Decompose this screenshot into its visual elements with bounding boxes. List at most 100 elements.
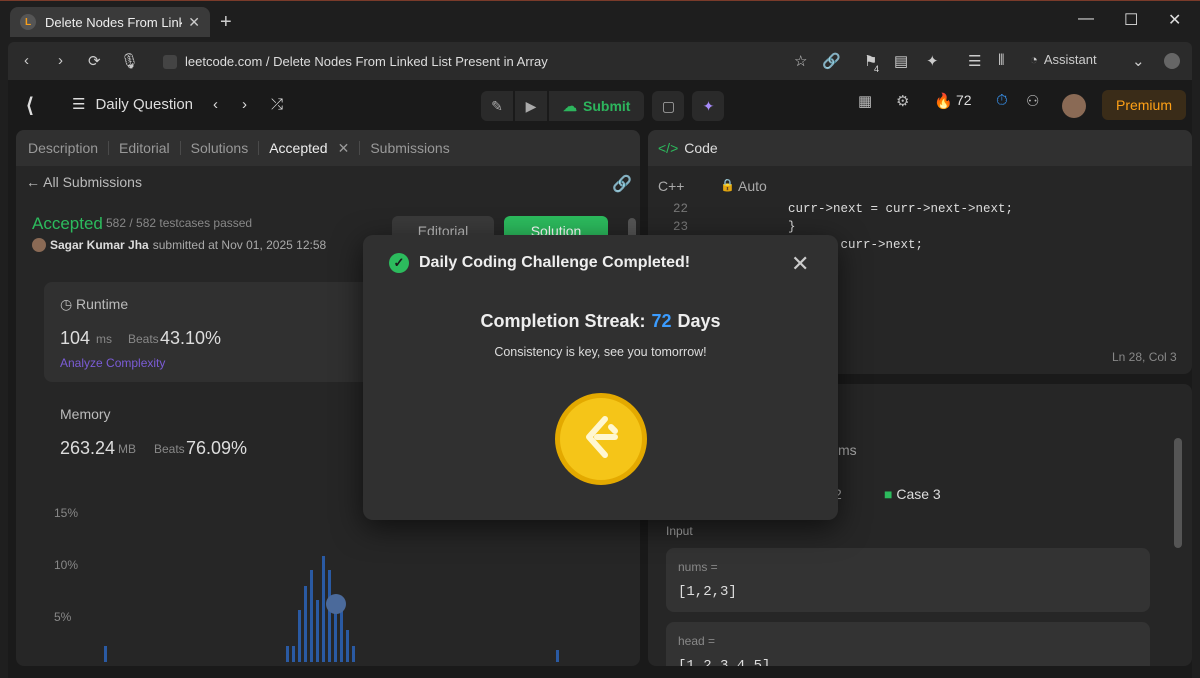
site-icon bbox=[163, 54, 177, 69]
memory-unit: MB bbox=[118, 442, 136, 456]
run-submit-toolbar: ✎ ▶ ☁ Submit ▢ ✦ bbox=[481, 91, 725, 121]
y-tick-5: 5% bbox=[54, 610, 72, 624]
streak-unit: Days bbox=[677, 311, 721, 331]
close-tab-icon[interactable]: ✕ bbox=[338, 140, 350, 157]
submitted-at: submitted at Nov 01, 2025 12:58 bbox=[152, 238, 327, 252]
auto-label: Auto bbox=[738, 178, 767, 194]
profile-icon[interactable] bbox=[1164, 53, 1180, 69]
head-value: [1,2,3,4,5] bbox=[678, 658, 771, 666]
line-number: 23 bbox=[672, 220, 688, 234]
case-3-tab[interactable]: ■ Case 3 bbox=[884, 486, 941, 502]
runtime-label: Runtime bbox=[76, 296, 129, 312]
divider bbox=[108, 141, 110, 155]
scrollbar-thumb[interactable] bbox=[1174, 438, 1182, 548]
cloud-upload-icon: ☁ bbox=[563, 97, 577, 114]
leetcode-logo-icon bbox=[586, 416, 618, 458]
author-name[interactable]: Sagar Kumar Jha bbox=[50, 238, 149, 252]
tab-submissions[interactable]: Submissions bbox=[370, 140, 449, 156]
assistant-button[interactable]: ◔ Assistant bbox=[1030, 52, 1097, 67]
maximize-icon[interactable]: ☐ bbox=[1124, 10, 1138, 30]
language-select[interactable]: C++ bbox=[658, 178, 684, 194]
user-avatar[interactable] bbox=[1062, 94, 1086, 118]
close-window-icon[interactable]: ✕ bbox=[1168, 10, 1181, 30]
close-tab-icon[interactable]: ✕ bbox=[188, 14, 200, 31]
audio-wave-icon[interactable]: ⦀ bbox=[998, 52, 1005, 69]
left-tab-bar: Description Editorial Solutions Accepted… bbox=[16, 130, 640, 166]
settings-gear-icon[interactable]: ⚙ bbox=[896, 92, 909, 110]
add-friend-icon[interactable]: ⚇ bbox=[1026, 92, 1039, 110]
accepted-status: Accepted bbox=[32, 214, 103, 233]
reading-list-icon[interactable]: ☰ bbox=[968, 52, 981, 70]
forward-icon[interactable]: › bbox=[58, 52, 63, 69]
my-submission-marker[interactable] bbox=[326, 594, 346, 614]
streak-label: Completion Streak: bbox=[480, 311, 646, 331]
runtime-ms-label: ms bbox=[838, 442, 857, 458]
daily-question-nav: ☰ Daily Question ‹ › ⤮ bbox=[72, 95, 283, 114]
premium-button[interactable]: Premium bbox=[1102, 90, 1186, 120]
tab-editorial[interactable]: Editorial bbox=[119, 140, 170, 156]
memory-label: Memory bbox=[60, 406, 111, 422]
list-icon[interactable]: ☰ bbox=[72, 95, 85, 113]
leetcode-favicon-icon: L bbox=[20, 14, 36, 30]
browser-tab-title: Delete Nodes From Linked Lis bbox=[45, 14, 183, 30]
shuffle-icon[interactable]: ⤮ bbox=[271, 96, 283, 113]
case-3-label: Case 3 bbox=[896, 486, 941, 502]
new-tab-button[interactable]: + bbox=[220, 11, 232, 34]
clock-icon: ◷ bbox=[60, 296, 73, 312]
ai-sparkle-icon[interactable]: ✦ bbox=[692, 91, 725, 121]
nums-input-box: nums = [1,2,3] bbox=[666, 548, 1150, 612]
y-tick-15: 15% bbox=[54, 506, 79, 520]
arrow-left-icon: ← bbox=[26, 174, 44, 190]
check-circle-icon: ✓ bbox=[389, 253, 409, 273]
nums-value: [1,2,3] bbox=[678, 584, 737, 600]
modal-title: Daily Coding Challenge Completed! bbox=[419, 254, 691, 271]
nums-label: nums = bbox=[678, 560, 718, 574]
tab-accepted[interactable]: Accepted bbox=[269, 140, 327, 156]
leetcode-logo-icon[interactable]: ⟨ bbox=[26, 93, 50, 117]
submit-button[interactable]: ☁ Submit bbox=[549, 91, 645, 121]
bookmark-star-icon[interactable]: ☆ bbox=[794, 52, 807, 70]
divider bbox=[179, 141, 181, 155]
microphone-icon[interactable]: 🎙 bbox=[120, 52, 139, 70]
prev-question-icon[interactable]: ‹ bbox=[213, 96, 218, 113]
run-icon[interactable]: ▶ bbox=[515, 91, 547, 121]
debug-icon[interactable]: ✎ bbox=[481, 91, 513, 121]
code-icon: </> bbox=[658, 140, 679, 156]
reload-icon[interactable]: ⟳ bbox=[88, 52, 101, 70]
analyze-complexity-link[interactable]: Analyze Complexity bbox=[60, 356, 165, 370]
url-text: leetcode.com / Delete Nodes From Linked … bbox=[185, 54, 548, 69]
minimize-icon[interactable]: — bbox=[1078, 10, 1094, 28]
chevron-down-icon[interactable]: ⌄ bbox=[1132, 52, 1145, 70]
tab-solutions[interactable]: Solutions bbox=[191, 140, 249, 156]
code-title: Code bbox=[684, 140, 718, 156]
sheet-extension-icon[interactable]: ▤ bbox=[894, 52, 908, 70]
timer-icon[interactable]: ⏱ bbox=[996, 92, 1008, 109]
submission-author: Sagar Kumar Jha submitted at Nov 01, 202… bbox=[32, 238, 326, 252]
back-icon[interactable]: ‹ bbox=[24, 52, 29, 69]
all-submissions-link[interactable]: ← All Submissions bbox=[26, 174, 142, 190]
browser-tab[interactable]: L Delete Nodes From Linked Lis ✕ bbox=[10, 7, 210, 37]
tab-description[interactable]: Description bbox=[28, 140, 98, 156]
code-line: curr->next = curr->next->next; bbox=[788, 202, 1014, 216]
assistant-icon: ◔ bbox=[1030, 52, 1038, 67]
runtime-beats-label: Beats bbox=[128, 332, 159, 346]
cursor-position: Ln 28, Col 3 bbox=[1112, 350, 1177, 364]
daily-question-label[interactable]: Daily Question bbox=[95, 96, 193, 113]
share-link-icon[interactable]: 🔗 bbox=[612, 174, 632, 194]
distribution-histogram bbox=[104, 556, 559, 662]
runtime-value: 104 bbox=[60, 328, 91, 348]
completion-streak: Completion Streak: 72 Days bbox=[363, 311, 838, 332]
notes-icon[interactable]: ▢ bbox=[652, 91, 685, 121]
modal-close-icon[interactable]: ✕ bbox=[791, 251, 809, 277]
flag-count: 4 bbox=[874, 64, 880, 74]
y-tick-10: 10% bbox=[54, 558, 79, 572]
link-icon[interactable]: 🔗 bbox=[822, 52, 841, 70]
line-number: 22 bbox=[672, 202, 688, 216]
puzzle-extension-icon[interactable]: ✦ bbox=[926, 52, 939, 70]
url-field[interactable]: leetcode.com / Delete Nodes From Linked … bbox=[163, 54, 548, 69]
streak-fire-icon[interactable]: 🔥 bbox=[934, 92, 953, 110]
leetcode-top-bar: ⟨ ☰ Daily Question ‹ › ⤮ ✎ ▶ ☁ Submit ▢ ✦… bbox=[8, 80, 1192, 130]
modal-subtitle: Consistency is key, see you tomorrow! bbox=[494, 345, 707, 359]
next-question-icon[interactable]: › bbox=[242, 96, 247, 113]
layout-icon[interactable]: ▦ bbox=[858, 92, 872, 110]
